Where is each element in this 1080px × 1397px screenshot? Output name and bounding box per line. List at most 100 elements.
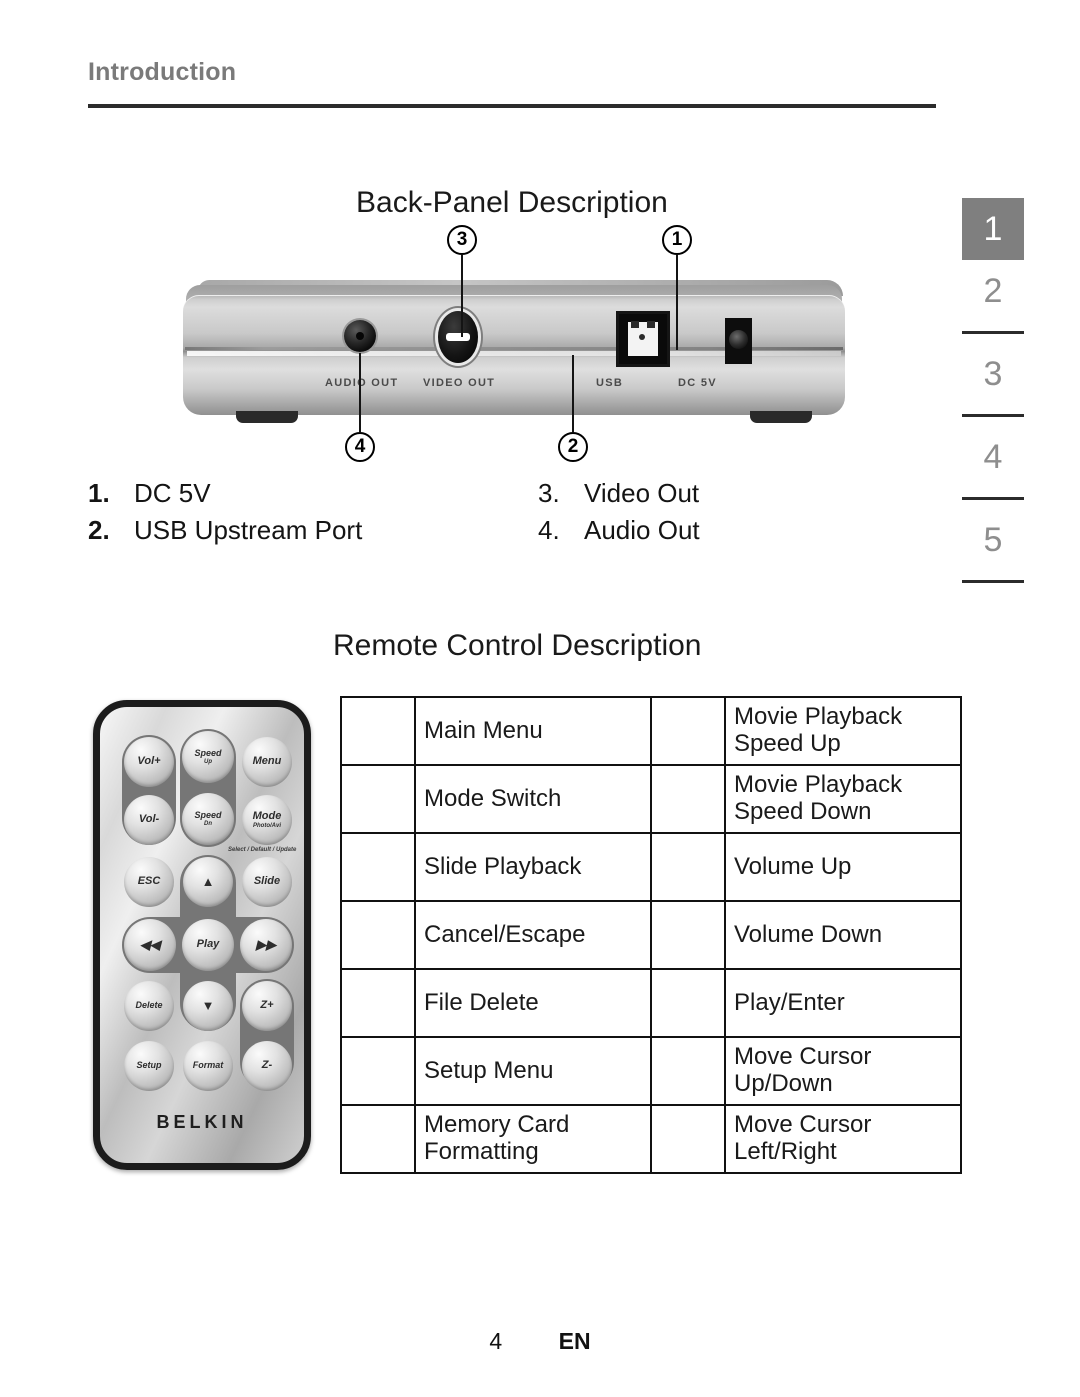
section-tab-4[interactable]: 4: [962, 426, 1024, 488]
mode-button[interactable]: Mode Photo/Avi: [242, 795, 292, 845]
port-list-row: 2. USB Upstream Port 4. Audio Out: [88, 515, 938, 546]
dc-label: DC 5V: [678, 377, 717, 389]
port-list-label: DC 5V: [134, 478, 211, 508]
remote-brand-logo: BELKIN: [156, 1112, 248, 1132]
section-tab-separator: [962, 497, 1024, 500]
remote-button-icon-cell-left: [340, 1104, 416, 1174]
remote-button-icon-cell-right: [650, 1104, 726, 1174]
device-foot-left: [236, 411, 298, 423]
table-row: Cancel/Escape Volume Down: [340, 900, 962, 970]
table-row: Main Menu Movie Playback Speed Up: [340, 696, 962, 766]
back-panel-port-list: 1. DC 5V 3. Video Out 2. USB Upstream Port 4. A…: [88, 478, 938, 552]
remote-function-label-right: Play/Enter: [724, 968, 962, 1038]
usb-label: USB: [596, 377, 624, 389]
table-row: File Delete Play/Enter: [340, 968, 962, 1038]
page-footer: 4 EN: [0, 1328, 1080, 1355]
page-title: Introduction: [88, 58, 237, 86]
port-list-number: 4.: [538, 515, 560, 545]
audio-out-label: AUDIO OUT: [325, 377, 399, 389]
rewind-button[interactable]: ◀◀: [124, 919, 176, 971]
zoom-in-button[interactable]: Z+: [242, 981, 292, 1031]
page-number: 4: [489, 1328, 503, 1354]
video-out-jack: [438, 311, 478, 363]
mode-button-note: Select / Default / Update: [228, 847, 297, 853]
play-button[interactable]: Play: [182, 919, 234, 971]
back-panel-heading: Back-Panel Description: [356, 186, 668, 219]
remote-function-label-right: Move Cursor Left/Right: [724, 1104, 962, 1174]
remote-button-icon-cell-left: [340, 900, 416, 970]
remote-button-icon-cell-left: [340, 968, 416, 1038]
port-list-label: USB Upstream Port: [134, 515, 363, 545]
table-row: Setup Menu Move Cursor Up/Down: [340, 1036, 962, 1106]
remote-button-icon-cell-left: [340, 764, 416, 834]
remote-button-icon-cell-left: [340, 696, 416, 766]
remote-function-label-left: Setup Menu: [414, 1036, 652, 1106]
callout-line-2: [572, 355, 574, 432]
remote-function-label-left: Main Menu: [414, 696, 652, 766]
remote-function-label-right: Movie Playback Speed Down: [724, 764, 962, 834]
remote-function-label-left: Cancel/Escape: [414, 900, 652, 970]
remote-button-icon-cell-right: [650, 968, 726, 1038]
forward-button[interactable]: ▶▶: [240, 919, 292, 971]
cursor-up-button[interactable]: ▲: [183, 857, 233, 907]
remote-function-table: Main Menu Movie Playback Speed Up Mode Swit…: [340, 696, 962, 1174]
table-row: Memory Card Formatting Move Cursor Left/Rig…: [340, 1104, 962, 1174]
remote-function-label-right: Volume Up: [724, 832, 962, 902]
remote-function-label-left: Mode Switch: [414, 764, 652, 834]
remote-button-icon-cell-right: [650, 900, 726, 970]
cursor-down-button[interactable]: ▼: [183, 981, 233, 1031]
esc-button[interactable]: ESC: [124, 857, 174, 907]
callout-line-4: [359, 353, 361, 432]
section-tab-1[interactable]: 1: [962, 198, 1024, 260]
delete-button[interactable]: Delete: [124, 981, 174, 1031]
port-list-row: 1. DC 5V 3. Video Out: [88, 478, 938, 509]
callout-line-1: [676, 255, 678, 350]
audio-out-jack: [344, 320, 376, 352]
port-list-number: 3.: [538, 478, 560, 508]
port-list-number: 1.: [88, 478, 110, 508]
remote-button-icon-cell-left: [340, 1036, 416, 1106]
section-tab-separator: [962, 414, 1024, 417]
vol-down-button[interactable]: Vol-: [124, 795, 174, 845]
section-tab-separator: [962, 331, 1024, 334]
remote-control-figure: Vol+ Speed Up Menu Vol- Speed Dn Mode Photo/Avi E…: [93, 700, 311, 1170]
back-panel-figure: AUDIO OUT VIDEO OUT USB DC 5V 3 1 4 2: [88, 225, 938, 475]
port-list-label: Video Out: [584, 478, 700, 508]
section-tab-5[interactable]: 5: [962, 509, 1024, 571]
remote-button-icon-cell-right: [650, 832, 726, 902]
remote-function-label-right: Move Cursor Up/Down: [724, 1036, 962, 1106]
table-row: Slide Playback Volume Up: [340, 832, 962, 902]
device-foot-right: [750, 411, 812, 423]
port-list-number: 2.: [88, 515, 110, 545]
remote-button-icon-cell-right: [650, 1036, 726, 1106]
menu-button[interactable]: Menu: [242, 737, 292, 787]
speed-down-button[interactable]: Speed Dn: [182, 793, 234, 845]
remote-button-icon-cell-right: [650, 764, 726, 834]
remote-function-label-right: Volume Down: [724, 900, 962, 970]
zoom-out-button[interactable]: Z-: [242, 1041, 292, 1091]
setup-button[interactable]: Setup: [124, 1041, 174, 1091]
remote-function-label-right: Movie Playback Speed Up: [724, 696, 962, 766]
section-tab-3[interactable]: 3: [962, 343, 1024, 405]
port-list-label: Audio Out: [584, 515, 700, 545]
callout-marker-1: 1: [662, 225, 692, 255]
port-list-item: 3. Video Out: [538, 478, 898, 509]
callout-marker-3: 3: [447, 225, 477, 255]
remote-function-label-left: File Delete: [414, 968, 652, 1038]
remote-function-label-left: Slide Playback: [414, 832, 652, 902]
port-list-item: 2. USB Upstream Port: [88, 515, 538, 546]
speed-up-button[interactable]: Speed Up: [182, 731, 234, 783]
section-tab-2[interactable]: 2: [962, 260, 1024, 322]
dc-power-jack: [725, 318, 752, 364]
vol-up-button[interactable]: Vol+: [124, 737, 174, 787]
port-list-item: 1. DC 5V: [88, 478, 538, 509]
remote-button-icon-cell-left: [340, 832, 416, 902]
callout-marker-2: 2: [558, 432, 588, 462]
format-button[interactable]: Format: [183, 1041, 233, 1091]
slide-button[interactable]: Slide: [242, 857, 292, 907]
remote-button-icon-cell-right: [650, 696, 726, 766]
port-list-item: 4. Audio Out: [538, 515, 898, 546]
section-tab-list: 12 3 4 5: [962, 198, 1024, 592]
table-row: Mode Switch Movie Playback Speed Down: [340, 764, 962, 834]
footer-language: EN: [558, 1328, 591, 1354]
